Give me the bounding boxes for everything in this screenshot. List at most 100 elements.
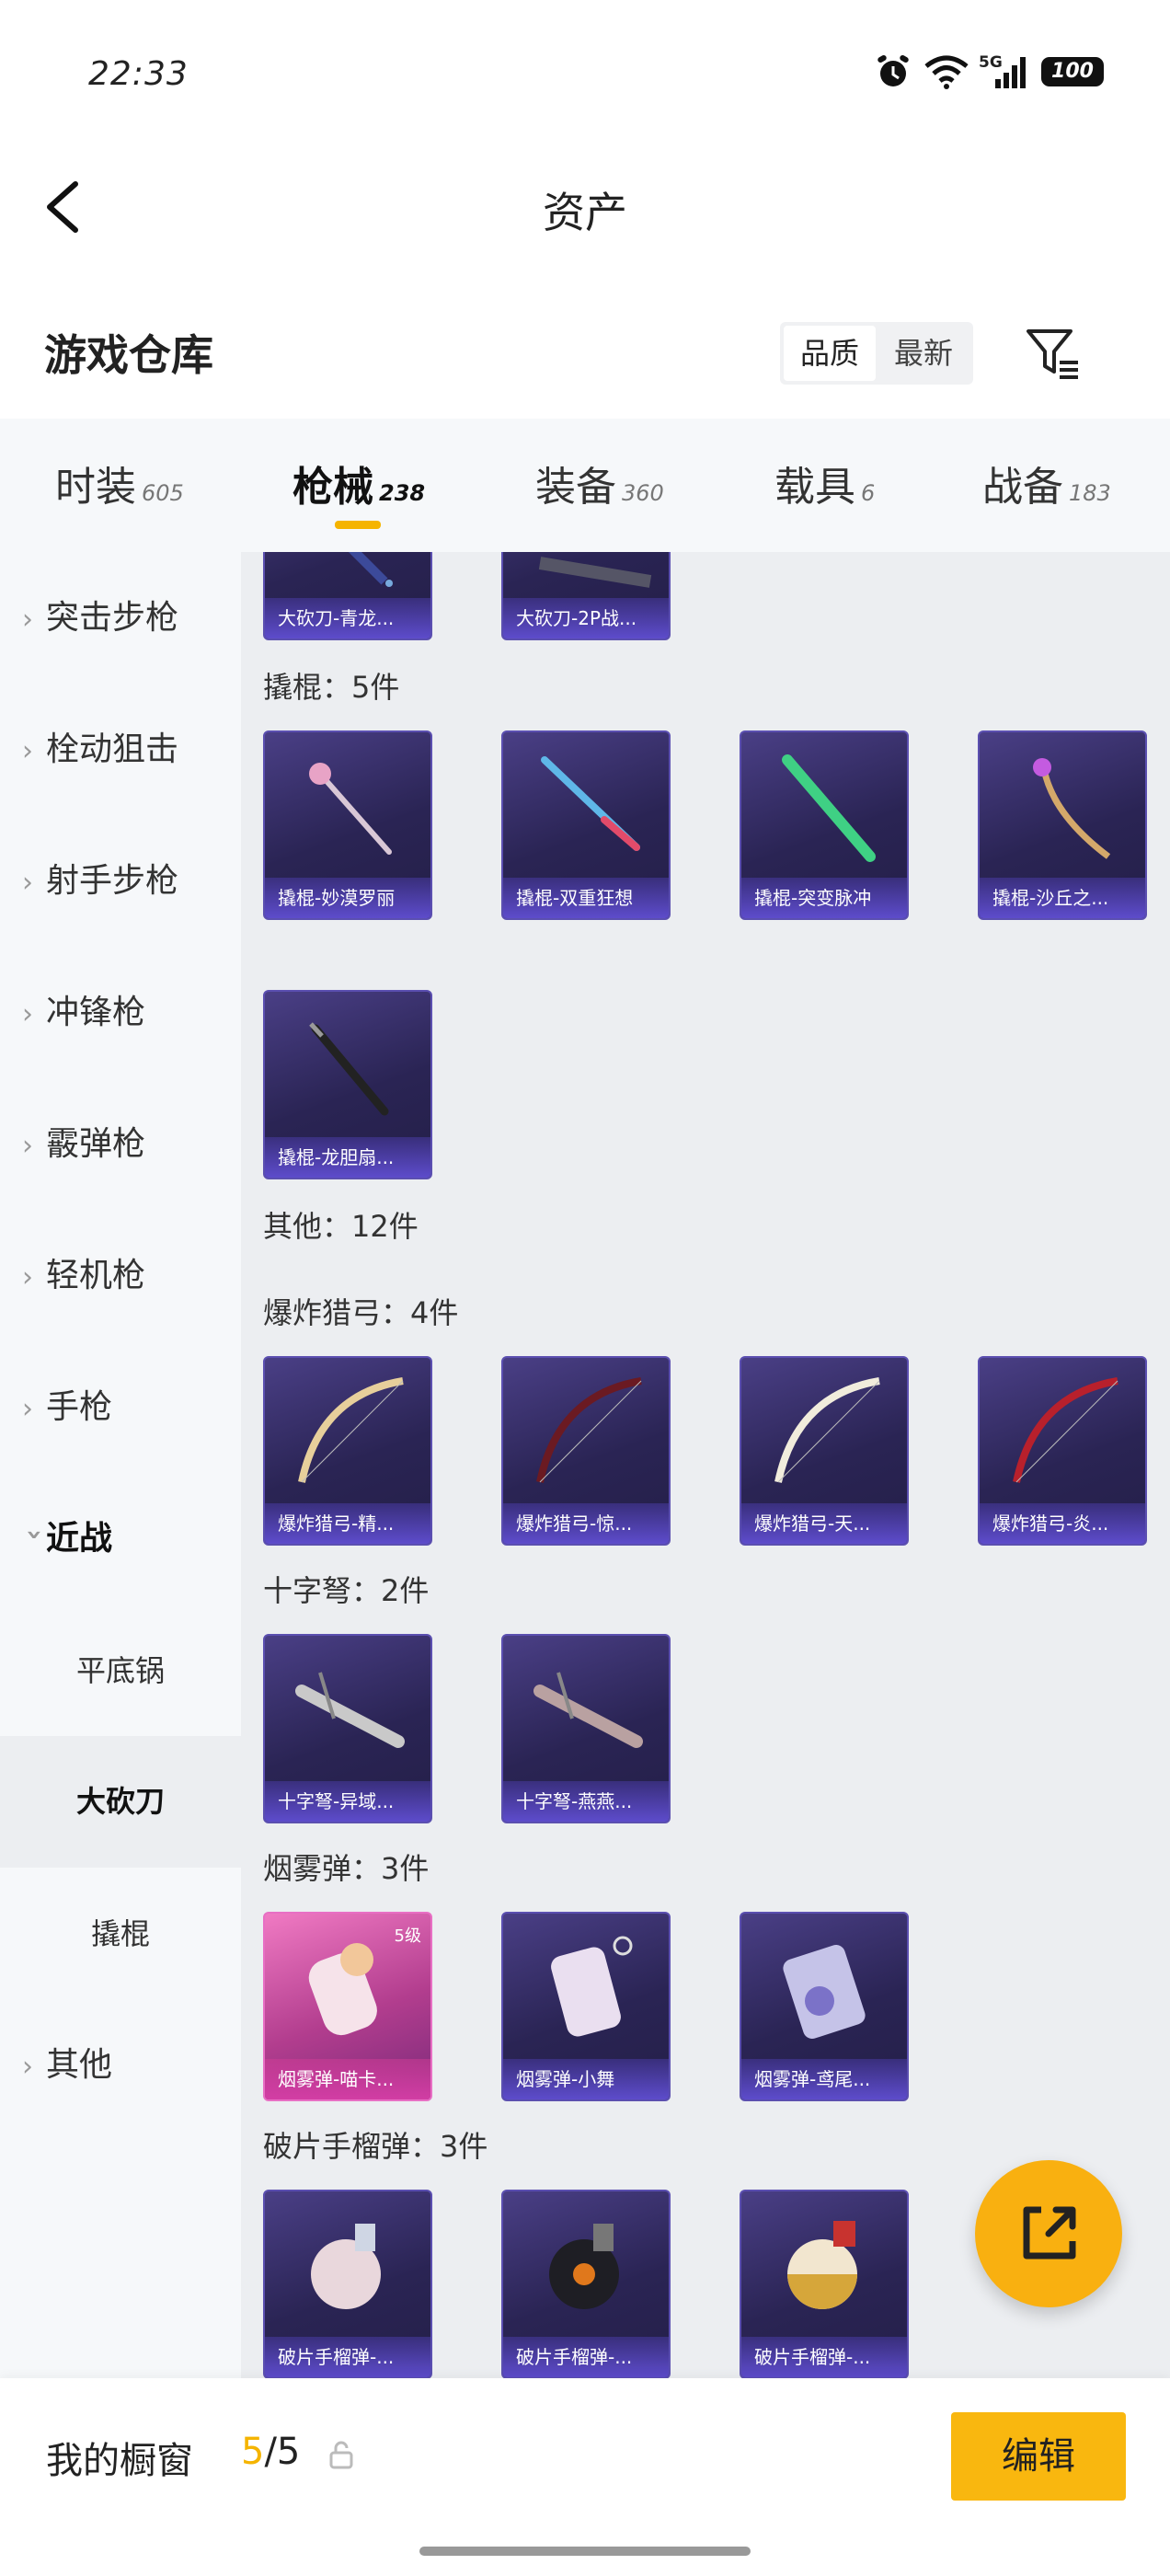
item-card[interactable]: 烟雾弹-鸢尾... bbox=[740, 1912, 909, 2101]
item-card[interactable]: 烟雾弹-小舞 bbox=[501, 1912, 671, 2101]
item-name: 爆炸猎弓-炎... bbox=[980, 1503, 1145, 1544]
external-link-icon bbox=[1023, 2206, 1076, 2260]
sort-quality-button[interactable]: 品质 bbox=[784, 326, 876, 381]
item-card[interactable]: 爆炸猎弓-惊... bbox=[501, 1356, 671, 1546]
wifi-icon bbox=[924, 55, 969, 89]
item-card[interactable]: 撬棍-沙丘之... bbox=[978, 730, 1147, 920]
item-card[interactable]: 5级 烟雾弹-喵卡... bbox=[263, 1912, 432, 2101]
sidebar-item-machete[interactable]: 大砍刀 bbox=[0, 1736, 241, 1868]
item-card[interactable]: 破片手榴弹-... bbox=[501, 2190, 671, 2378]
sidebar-item-pistol[interactable]: › 手枪 bbox=[0, 1362, 241, 1454]
item-card[interactable]: 爆炸猎弓-天... bbox=[740, 1356, 909, 1546]
machete-image bbox=[538, 557, 652, 588]
page-title: 资产 bbox=[543, 188, 627, 237]
item-card[interactable]: 大砍刀-青龙... bbox=[263, 552, 432, 640]
chevron-right-icon: › bbox=[22, 1130, 33, 1162]
item-card[interactable]: 撬棍-双重狂想 bbox=[501, 730, 671, 920]
chevron-right-icon: › bbox=[22, 867, 33, 899]
sidebar-item-label: 栓动狙击 bbox=[46, 730, 179, 768]
chevron-right-icon: › bbox=[22, 604, 33, 636]
sidebar-item-shotgun[interactable]: › 霰弹枪 bbox=[0, 1098, 241, 1190]
item-name: 爆炸猎弓-天... bbox=[741, 1503, 907, 1544]
sidebar-item-label: 轻机枪 bbox=[46, 1257, 146, 1294]
item-card[interactable]: 大砍刀-2P战... bbox=[501, 552, 671, 640]
level-badge: 5级 bbox=[394, 1926, 421, 1946]
crowbar-image bbox=[541, 756, 640, 851]
bow-image bbox=[298, 1377, 404, 1483]
item-name: 撬棍-妙漠罗丽 bbox=[265, 878, 430, 918]
sidebar-item-bolt-sniper[interactable]: › 栓动狙击 bbox=[0, 704, 241, 796]
sidebar-item-lmg[interactable]: › 轻机枪 bbox=[0, 1230, 241, 1322]
sidebar-item-assault-rifle[interactable]: › 突击步枪 bbox=[0, 572, 241, 664]
item-card[interactable]: 十字弩-燕燕... bbox=[501, 1634, 671, 1823]
tab-label: 枪械 bbox=[292, 464, 373, 511]
item-card[interactable]: 爆炸猎弓-炎... bbox=[978, 1356, 1147, 1546]
section-title: 游戏仓库 bbox=[44, 330, 213, 380]
smoke-grenade-image bbox=[783, 1944, 866, 2040]
battery-indicator: 100 bbox=[1041, 57, 1104, 86]
crowbar-image bbox=[309, 1022, 389, 1116]
chevron-right-icon: › bbox=[22, 1393, 33, 1425]
showcase-count-total: /5 bbox=[264, 2431, 301, 2473]
sidebar-item-marksman-rifle[interactable]: › 射手步枪 bbox=[0, 835, 241, 927]
item-name: 烟雾弹-小舞 bbox=[503, 2059, 669, 2099]
showcase-count-current: 5 bbox=[241, 2431, 265, 2473]
sidebar-item-label: 霰弹枪 bbox=[46, 1125, 146, 1163]
bow-image bbox=[1013, 1377, 1118, 1483]
sidebar-item-frying-pan[interactable]: 平底锅 bbox=[0, 1625, 241, 1717]
chevron-down-icon: › bbox=[18, 1529, 51, 1541]
item-card[interactable]: 破片手榴弹-... bbox=[263, 2190, 432, 2378]
sidebar-item-label: 突击步枪 bbox=[46, 599, 179, 637]
sidebar-item-crowbar[interactable]: 撬棍 bbox=[0, 1888, 241, 1980]
item-name: 烟雾弹-喵卡... bbox=[265, 2059, 430, 2099]
item-name: 撬棍-突变脉冲 bbox=[741, 878, 907, 918]
item-name: 爆炸猎弓-惊... bbox=[503, 1503, 669, 1544]
sidebar-item-melee[interactable]: ›近战 bbox=[0, 1493, 241, 1585]
weapon-type-sidebar: › 突击步枪 › 栓动狙击 › 射手步枪 › 冲锋枪 › 霰弹枪 › 轻机枪 › 手枪 ›近战… bbox=[0, 552, 241, 2392]
tab-count: 183 bbox=[1069, 480, 1111, 506]
item-name: 撬棍-双重狂想 bbox=[503, 878, 669, 918]
item-card[interactable]: 爆炸猎弓-精... bbox=[263, 1356, 432, 1546]
tab-supplies[interactable]: 战备 183 bbox=[982, 455, 1111, 520]
sidebar-item-smg[interactable]: › 冲锋枪 bbox=[0, 967, 241, 1059]
frag-grenade-image bbox=[549, 2224, 619, 2309]
tab-equipment[interactable]: 装备 360 bbox=[535, 455, 664, 520]
tab-label: 时装 bbox=[55, 464, 136, 511]
item-card[interactable]: 撬棍-妙漠罗丽 bbox=[263, 730, 432, 920]
status-time: 22:33 bbox=[88, 55, 189, 93]
smoke-grenade-image bbox=[551, 1936, 633, 2037]
item-grid: 大砍刀-青龙... 大砍刀-2P战... 撬棍：5件 撬棍-妙漠罗丽 撬棍-双重… bbox=[241, 552, 1170, 2378]
tab-vehicles[interactable]: 载具 6 bbox=[774, 455, 875, 520]
item-name: 破片手榴弹-... bbox=[741, 2337, 907, 2377]
item-card[interactable]: 撬棍-龙胆扇... bbox=[263, 990, 432, 1179]
frag-grenade-image bbox=[787, 2221, 857, 2309]
item-name: 大砍刀-2P战... bbox=[503, 598, 669, 638]
item-card[interactable]: 十字弩-异域... bbox=[263, 1634, 432, 1823]
sidebar-item-label: 射手步枪 bbox=[46, 862, 179, 900]
sidebar-item-label: 其他 bbox=[46, 2046, 113, 2084]
sidebar-item-label: 冲锋枪 bbox=[46, 994, 146, 1031]
group-label-crossbow: 十字弩：2件 bbox=[263, 1573, 430, 1608]
chevron-right-icon: › bbox=[22, 735, 33, 767]
tab-firearms[interactable]: 枪械 238 bbox=[292, 455, 425, 520]
crossbow-image bbox=[533, 1672, 643, 1748]
group-label-crowbar: 撬棍：5件 bbox=[263, 670, 400, 705]
share-button[interactable] bbox=[975, 2160, 1122, 2307]
home-indicator[interactable] bbox=[419, 2547, 751, 2556]
crossbow-image bbox=[295, 1672, 405, 1748]
filter-icon[interactable] bbox=[1023, 322, 1084, 383]
item-card[interactable]: 撬棍-突变脉冲 bbox=[740, 730, 909, 920]
crowbar-image bbox=[309, 763, 392, 855]
tab-count: 6 bbox=[861, 480, 876, 506]
item-card[interactable]: 破片手榴弹-... bbox=[740, 2190, 909, 2378]
item-name: 十字弩-燕燕... bbox=[503, 1781, 669, 1822]
tab-label: 战备 bbox=[982, 464, 1063, 511]
edit-button[interactable]: 编辑 bbox=[951, 2412, 1126, 2501]
item-name: 十字弩-异域... bbox=[265, 1781, 430, 1822]
sidebar-item-other[interactable]: › 其他 bbox=[0, 2019, 241, 2111]
bow-image bbox=[536, 1377, 642, 1483]
tab-count: 605 bbox=[142, 480, 184, 506]
tab-label: 装备 bbox=[535, 464, 616, 511]
tab-fashion[interactable]: 时装 605 bbox=[55, 455, 184, 520]
sort-newest-button[interactable]: 最新 bbox=[878, 326, 969, 381]
